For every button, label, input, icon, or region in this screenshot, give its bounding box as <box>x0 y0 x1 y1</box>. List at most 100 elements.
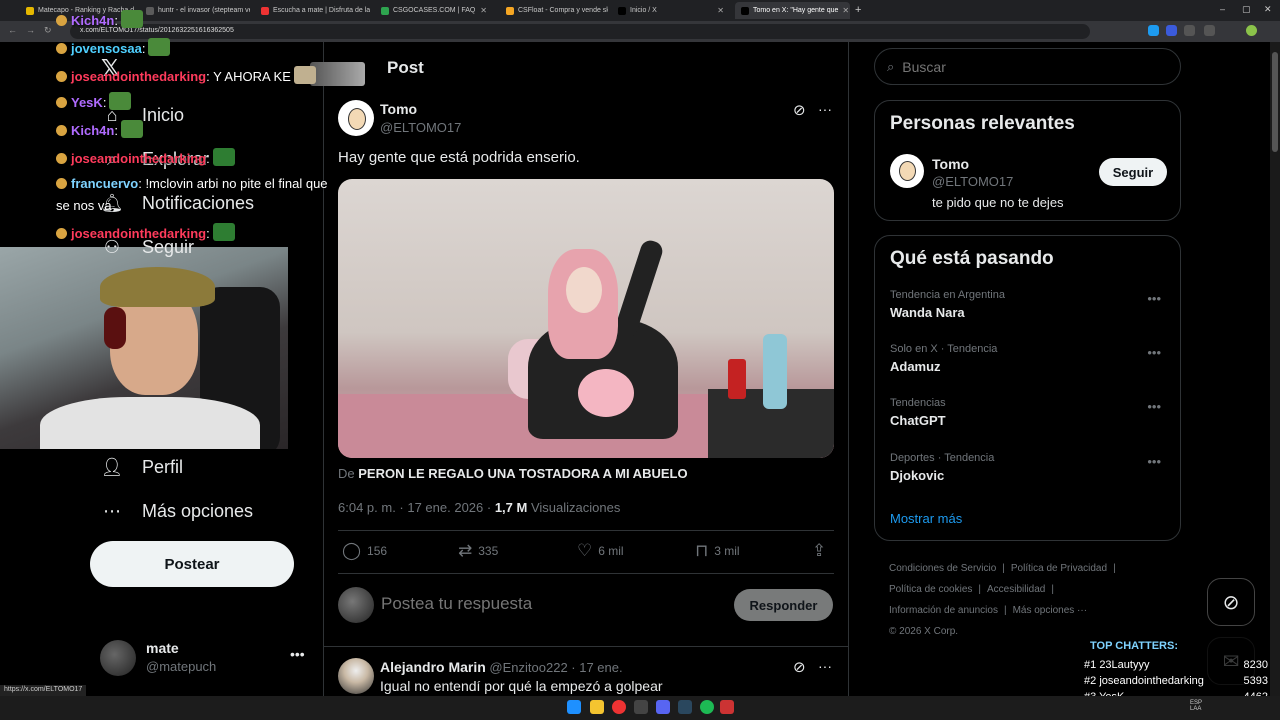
minimize-icon[interactable]: – <box>1220 4 1225 14</box>
status-url: https://x.com/ELTOMO17 <box>0 685 87 696</box>
reply-submit-button[interactable]: Responder <box>734 589 833 621</box>
browser-tab[interactable]: huntr - el invasor (stepteam ve✕ <box>140 2 250 19</box>
more-icon[interactable]: ··· <box>818 658 832 674</box>
chat-username[interactable]: jovensosaa <box>71 41 142 56</box>
footer-link[interactable]: Política de Privacidad <box>1011 563 1107 574</box>
app-icon[interactable] <box>634 700 648 714</box>
footer-link[interactable]: Condiciones de Servicio <box>889 563 996 574</box>
browser-tab[interactable]: CSGOCASES.COM | FAQ ✕ <box>375 2 493 19</box>
close-tab-icon[interactable]: ✕ <box>717 6 724 15</box>
source-title[interactable]: PERON LE REGALO UNA TOSTADORA A MI ABUEL… <box>358 466 687 481</box>
footer-link[interactable]: Información de anuncios <box>889 605 998 616</box>
favicon-icon <box>741 6 749 15</box>
maximize-icon[interactable]: ▢ <box>1242 4 1251 15</box>
reply-author-avatar[interactable] <box>338 658 374 694</box>
new-tab-button[interactable]: + <box>855 4 861 16</box>
post-button[interactable]: Postear <box>90 541 294 587</box>
chat-username[interactable]: joseandointhedarking <box>71 226 206 241</box>
sidebar-item-perfil[interactable]: 👤︎ Perfil <box>100 455 183 479</box>
person-name[interactable]: Tomo <box>932 156 969 172</box>
browser-tab[interactable]: Escucha a mate | Disfruta de la✕ <box>255 2 370 19</box>
url-field[interactable]: x.com/ELTOMO17/status/201263225161636250… <box>70 24 1090 39</box>
author-avatar[interactable] <box>338 100 374 136</box>
author-handle[interactable]: @ELTOMO17 <box>380 120 461 135</box>
footer-link[interactable]: © 2026 X Corp. <box>889 626 958 637</box>
account-switcher[interactable]: mate @matepuch ••• <box>100 638 310 680</box>
chat-username[interactable]: joseandointhedarking <box>71 151 206 166</box>
scrollbar-thumb[interactable] <box>1272 52 1278 152</box>
trend-item[interactable]: Deportes · Tendencia Djokovic ••• <box>890 452 1167 483</box>
sidebar-item-notificaciones[interactable]: 🔔︎ Notificaciones <box>100 191 255 215</box>
browser-tab[interactable]: Inicio / X ✕ <box>612 2 730 19</box>
extension-icon[interactable] <box>1204 25 1215 36</box>
profile-avatar[interactable] <box>1246 25 1257 36</box>
search-input[interactable] <box>902 58 1153 75</box>
trend-item[interactable]: Solo en X · Tendencia Adamuz ••• <box>890 343 1167 374</box>
trend-item[interactable]: Tendencia en Argentina Wanda Nara ••• <box>890 289 1167 320</box>
show-more-link[interactable]: Mostrar más <box>890 511 962 526</box>
post-time[interactable]: 6:04 p. m. · 17 ene. 2026 · <box>338 500 495 515</box>
scrollbar[interactable] <box>1270 42 1280 696</box>
chat-username[interactable]: Kich4n <box>71 123 114 138</box>
browser-tab[interactable]: CSFloat - Compra y vende skins✕ <box>500 2 608 19</box>
grok-icon[interactable]: ⊘ <box>793 101 806 119</box>
extension-icon[interactable] <box>1166 25 1177 36</box>
app-icon[interactable] <box>720 700 734 714</box>
post-video[interactable] <box>338 179 834 458</box>
reload-icon[interactable]: ↻ <box>44 25 52 36</box>
trend-item[interactable]: Tendencias ChatGPT ••• <box>890 397 1167 428</box>
more-icon[interactable]: ••• <box>1147 399 1161 414</box>
sidebar-item-mas-opciones[interactable]: ⋯ Más opciones <box>100 499 253 523</box>
close-window-icon[interactable]: ✕ <box>1264 4 1272 15</box>
grok-icon[interactable]: ⊘ <box>793 658 806 676</box>
extension-icon[interactable] <box>1184 25 1195 36</box>
more-icon[interactable]: ••• <box>290 646 305 662</box>
system-tray[interactable]: ESP LAA <box>1190 700 1202 712</box>
like-button[interactable]: ♡ 6 mil <box>577 541 624 561</box>
footer-link[interactable]: Accesibilidad <box>987 584 1045 595</box>
more-icon[interactable]: ••• <box>1147 454 1161 469</box>
chat-username[interactable]: YesK <box>71 95 103 110</box>
chrome-icon[interactable] <box>612 700 626 714</box>
folder-icon[interactable] <box>590 700 604 714</box>
browser-tab[interactable]: Tomo en X: "Hay gente que ✕ <box>735 2 850 19</box>
more-icon[interactable]: ••• <box>1147 345 1161 360</box>
favicon-icon <box>506 6 514 15</box>
extension-icon[interactable] <box>1148 25 1159 36</box>
grok-icon[interactable]: ⊘ <box>1207 578 1255 626</box>
close-tab-icon[interactable]: ✕ <box>480 6 487 15</box>
bookmark-button[interactable]: ⊓ 3 mil <box>695 541 740 561</box>
share-button[interactable]: ⇪ <box>812 541 826 561</box>
repost-button[interactable]: ⇄ 335 <box>458 541 498 561</box>
region-indicator: LAA <box>1190 706 1202 712</box>
chat-username[interactable]: Kich4n <box>71 13 114 28</box>
search-box[interactable]: ⌕ <box>874 48 1181 85</box>
back-icon[interactable]: ← <box>8 25 17 35</box>
start-icon[interactable] <box>567 700 581 714</box>
reply-input[interactable] <box>381 594 721 614</box>
steam-icon[interactable] <box>678 700 692 714</box>
chat-username[interactable]: francuervo <box>71 176 138 191</box>
reply-button[interactable]: ◯ 156 <box>342 541 387 561</box>
follow-button[interactable]: Seguir <box>1099 158 1167 186</box>
reply-author-name[interactable]: Alejandro Marin <box>380 659 486 675</box>
account-name: mate <box>146 640 179 656</box>
avatar[interactable] <box>890 154 924 188</box>
forward-icon[interactable]: → <box>26 25 35 35</box>
footer-link[interactable]: Política de cookies <box>889 584 972 595</box>
more-circle-icon: ⋯ <box>103 500 121 521</box>
tab-label: CSGOCASES.COM | FAQ <box>393 7 476 14</box>
post-actions: ◯ 156 ⇄ 335 ♡ 6 mil ⊓ 3 mil ⇪ <box>338 541 834 565</box>
author-name[interactable]: Tomo <box>380 101 417 117</box>
spotify-icon[interactable] <box>700 700 714 714</box>
video-source[interactable]: De PERON LE REGALO UNA TOSTADORA A MI AB… <box>338 466 688 481</box>
close-tab-icon[interactable]: ✕ <box>842 6 849 15</box>
reply-author[interactable]: Alejandro Marin @Enzitoo222 · 17 ene. <box>380 659 623 675</box>
more-icon[interactable]: ••• <box>1147 291 1161 306</box>
footer-link[interactable]: Más opciones ··· <box>1013 605 1087 616</box>
more-icon[interactable]: ··· <box>818 101 832 117</box>
chat-username[interactable]: joseandointhedarking <box>71 69 206 84</box>
reply-author-handle: @Enzitoo222 <box>489 660 568 675</box>
discord-icon[interactable] <box>656 700 670 714</box>
source-prefix: De <box>338 466 359 481</box>
